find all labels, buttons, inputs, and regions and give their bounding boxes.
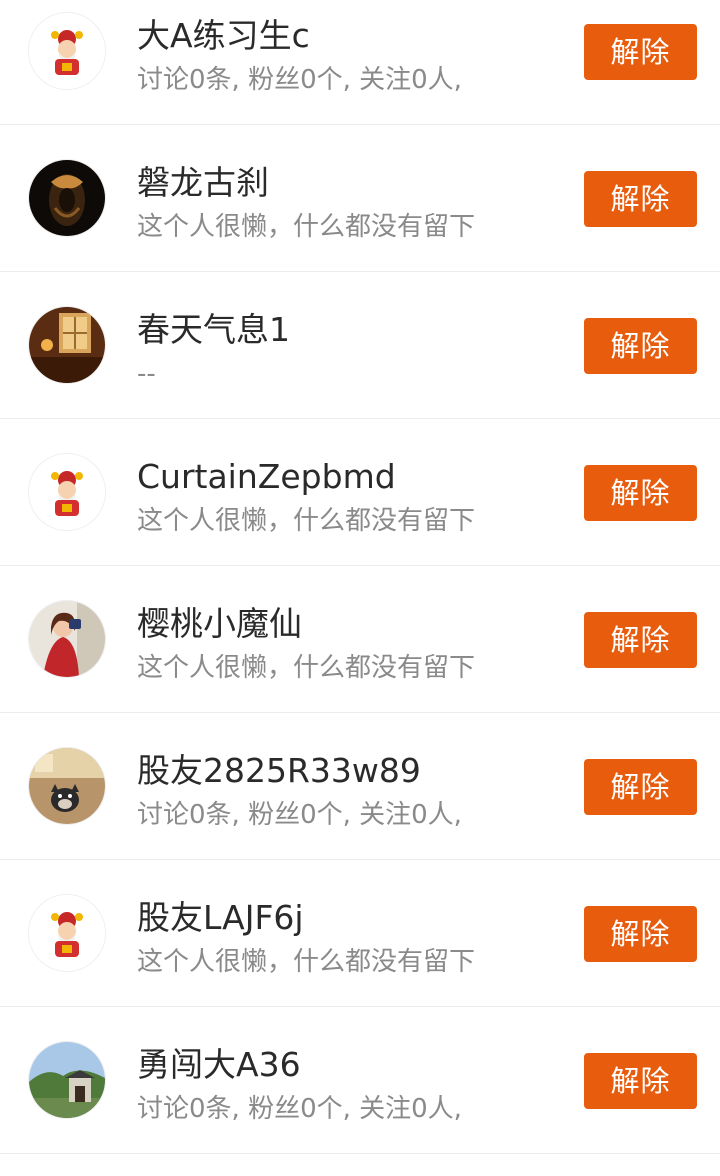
- remove-button[interactable]: 解除: [584, 465, 697, 521]
- user-desc: 讨论0条, 粉丝0个, 关注0人,: [137, 65, 462, 95]
- user-desc: 讨论0条, 粉丝0个, 关注0人,: [137, 800, 462, 830]
- list-item[interactable]: 股友LAJF6j 这个人很懒，什么都没有留下 解除: [0, 860, 720, 1007]
- user-list: 大A练习生c 讨论0条, 粉丝0个, 关注0人, 解除 磐龙古刹 这个人很懒，什…: [0, 0, 720, 1154]
- caishen-avatar[interactable]: [28, 894, 106, 972]
- remove-button[interactable]: 解除: [584, 612, 697, 668]
- list-item[interactable]: CurtainZepbmd 这个人很懒，什么都没有留下 解除: [0, 419, 720, 566]
- list-item[interactable]: 春天气息1 -- 解除: [0, 272, 720, 419]
- remove-button[interactable]: 解除: [584, 1053, 697, 1109]
- lantern-room-avatar[interactable]: [28, 306, 106, 384]
- caishen-avatar[interactable]: [28, 12, 106, 90]
- remove-button[interactable]: 解除: [584, 24, 697, 80]
- dog-avatar[interactable]: [28, 747, 106, 825]
- user-name: 春天气息1: [137, 310, 290, 349]
- user-name: 大A练习生c: [137, 16, 310, 55]
- user-desc: 这个人很懒，什么都没有留下: [137, 653, 476, 683]
- landscape-gate-avatar[interactable]: [28, 1041, 106, 1119]
- user-name: 勇闯大A36: [137, 1045, 301, 1084]
- caishen-avatar[interactable]: [28, 453, 106, 531]
- list-item[interactable]: 勇闯大A36 讨论0条, 粉丝0个, 关注0人, 解除: [0, 1007, 720, 1154]
- user-name: 股友2825R33w89: [137, 751, 421, 790]
- remove-button[interactable]: 解除: [584, 171, 697, 227]
- user-desc: --: [137, 359, 156, 389]
- remove-button[interactable]: 解除: [584, 906, 697, 962]
- remove-button[interactable]: 解除: [584, 759, 697, 815]
- woman-red-dress-avatar[interactable]: [28, 600, 106, 678]
- user-desc: 这个人很懒，什么都没有留下: [137, 506, 476, 536]
- user-desc: 讨论0条, 粉丝0个, 关注0人,: [137, 1094, 462, 1124]
- list-item[interactable]: 股友2825R33w89 讨论0条, 粉丝0个, 关注0人, 解除: [0, 713, 720, 860]
- user-name: CurtainZepbmd: [137, 457, 396, 496]
- user-name: 樱桃小魔仙: [137, 604, 302, 643]
- list-item[interactable]: 樱桃小魔仙 这个人很懒，什么都没有留下 解除: [0, 566, 720, 713]
- dark-mask-avatar[interactable]: [28, 159, 106, 237]
- list-item[interactable]: 磐龙古刹 这个人很懒，什么都没有留下 解除: [0, 125, 720, 272]
- remove-button[interactable]: 解除: [584, 318, 697, 374]
- user-desc: 这个人很懒，什么都没有留下: [137, 212, 476, 242]
- user-desc: 这个人很懒，什么都没有留下: [137, 947, 476, 977]
- list-item[interactable]: 大A练习生c 讨论0条, 粉丝0个, 关注0人, 解除: [0, 0, 720, 125]
- user-name: 磐龙古刹: [137, 163, 269, 202]
- user-name: 股友LAJF6j: [137, 898, 304, 937]
